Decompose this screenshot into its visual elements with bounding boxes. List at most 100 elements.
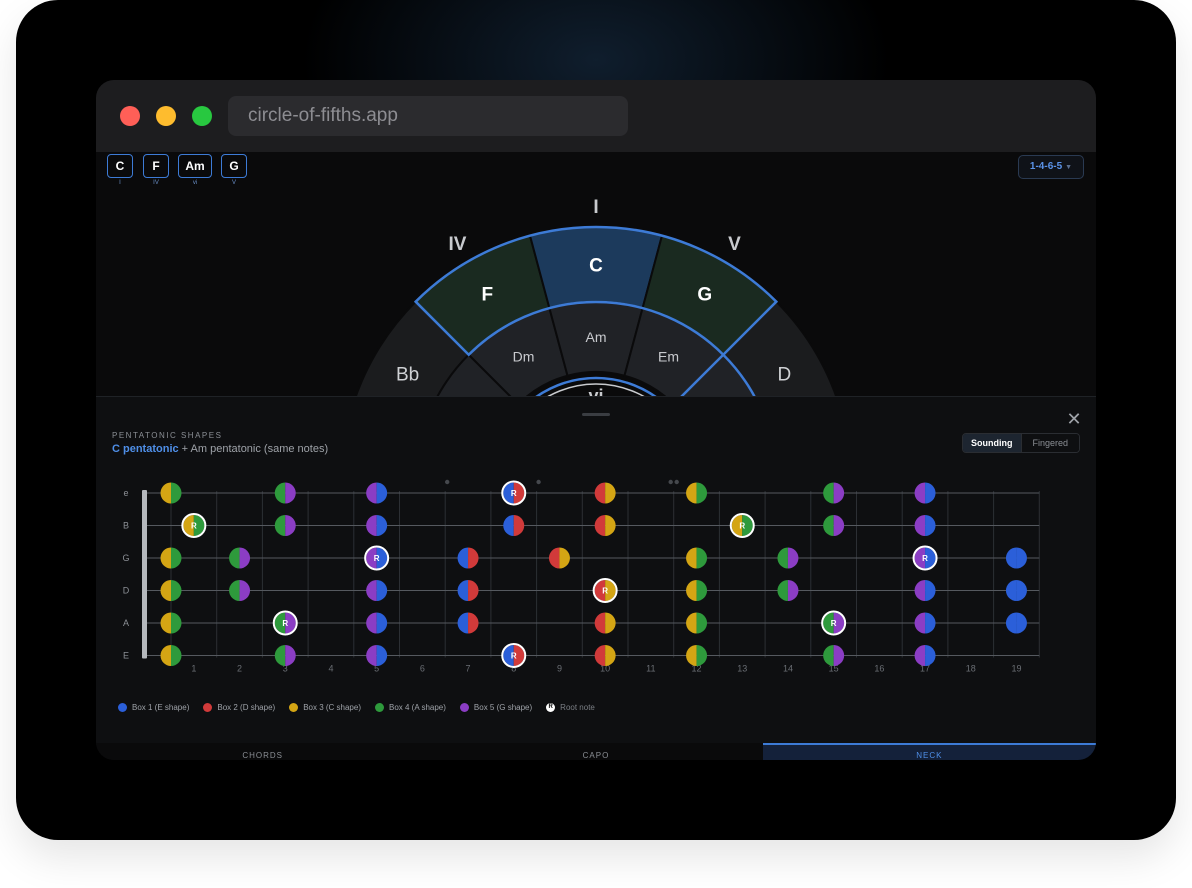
- minimize-window-button[interactable]: [156, 106, 176, 126]
- note-half: [925, 482, 936, 504]
- scale-note[interactable]: [457, 580, 479, 601]
- tab-chords[interactable]: CHORDS: [96, 743, 429, 760]
- scale-note[interactable]: [914, 482, 936, 504]
- scale-note[interactable]: [366, 612, 388, 634]
- chord-chip-numeral: IV: [153, 180, 159, 186]
- note-half: [239, 547, 251, 569]
- scale-note[interactable]: [503, 515, 525, 536]
- note-half: [160, 547, 171, 569]
- url-bar[interactable]: circle-of-fifths.app: [228, 96, 628, 136]
- scale-note[interactable]: R: [181, 513, 207, 538]
- scale-note[interactable]: [686, 482, 708, 504]
- chevron-down-icon: ▼: [1065, 164, 1073, 171]
- scale-note[interactable]: [594, 612, 616, 634]
- scale-note[interactable]: [274, 482, 296, 504]
- fret-number: 18: [966, 664, 976, 674]
- scale-note[interactable]: [160, 612, 182, 634]
- chord-chip[interactable]: G: [221, 154, 247, 178]
- scale-note[interactable]: [914, 612, 936, 634]
- wheel-minor-label: Dm: [513, 348, 535, 364]
- scale-note[interactable]: [594, 645, 616, 666]
- fret-number: 2: [237, 664, 242, 674]
- root-marker: R: [602, 587, 608, 596]
- scale-note[interactable]: [777, 580, 799, 601]
- scale-note[interactable]: R: [364, 545, 390, 571]
- scale-note[interactable]: [594, 482, 616, 504]
- scale-note[interactable]: [914, 515, 936, 536]
- note-half: [594, 645, 606, 666]
- note-half: [503, 515, 514, 536]
- scale-note[interactable]: R: [821, 610, 847, 636]
- drag-handle[interactable]: [582, 413, 610, 416]
- note-half: [696, 645, 708, 666]
- scale-note[interactable]: [274, 515, 296, 536]
- title-bar: circle-of-fifths.app: [96, 80, 1096, 152]
- note-half: [833, 645, 845, 666]
- scale-note[interactable]: [594, 515, 616, 536]
- scale-note[interactable]: [229, 547, 251, 569]
- tab-capo[interactable]: CAPO: [429, 743, 762, 760]
- note-half: [513, 515, 525, 536]
- maximize-window-button[interactable]: [192, 106, 212, 126]
- toggle-sounding[interactable]: Sounding: [963, 434, 1021, 452]
- note-half: [914, 515, 926, 536]
- scale-note[interactable]: [457, 547, 479, 569]
- legend-label: Box 1 (E shape): [132, 703, 190, 712]
- string-label: E: [123, 651, 129, 661]
- scale-note[interactable]: [160, 547, 182, 569]
- note-half: [548, 547, 560, 569]
- note-half: [833, 482, 845, 504]
- scale-note[interactable]: [914, 580, 936, 601]
- scale-note[interactable]: [777, 547, 799, 569]
- chord-chip[interactable]: F: [143, 154, 169, 178]
- note-half: [1016, 612, 1027, 634]
- scale-note[interactable]: [366, 482, 388, 504]
- scale-note[interactable]: R: [501, 480, 527, 506]
- note-half: [696, 580, 708, 601]
- scale-note[interactable]: R: [729, 513, 755, 538]
- note-half: [686, 547, 697, 569]
- scale-note[interactable]: [914, 645, 936, 666]
- scale-note[interactable]: [160, 580, 182, 601]
- scale-note[interactable]: R: [592, 578, 618, 603]
- close-window-button[interactable]: [120, 106, 140, 126]
- scale-note[interactable]: [823, 482, 845, 504]
- scale-note[interactable]: [160, 645, 182, 666]
- scale-note[interactable]: [686, 580, 708, 601]
- scale-note[interactable]: [686, 645, 708, 666]
- note-half: [594, 482, 606, 504]
- scale-note[interactable]: [274, 645, 296, 666]
- chord-chip[interactable]: C: [107, 154, 133, 178]
- scale-note[interactable]: R: [501, 643, 527, 668]
- scale-note[interactable]: [229, 580, 251, 601]
- scale-note[interactable]: [1005, 547, 1027, 569]
- scale-note[interactable]: [686, 612, 708, 634]
- scale-note[interactable]: [457, 612, 479, 634]
- tab-neck[interactable]: NECK: [762, 743, 1096, 760]
- scale-note[interactable]: [548, 547, 570, 569]
- note-half: [1016, 580, 1027, 601]
- device-frame: circle-of-fifths.app BbFCGDGmDmAmEmBmIVI…: [16, 0, 1176, 840]
- close-icon[interactable]: ✕: [1064, 409, 1084, 429]
- note-half: [686, 580, 697, 601]
- chord-chip[interactable]: Am: [178, 154, 212, 178]
- scale-note[interactable]: R: [272, 610, 298, 636]
- scale-note[interactable]: [686, 547, 708, 569]
- scale-note[interactable]: [823, 515, 845, 536]
- scale-note[interactable]: [366, 580, 388, 601]
- note-half: [1005, 580, 1017, 601]
- scale-note[interactable]: [823, 645, 845, 666]
- scale-note[interactable]: [366, 645, 388, 666]
- scale-note[interactable]: [160, 482, 182, 504]
- note-half: [160, 580, 171, 601]
- note-half: [274, 482, 286, 504]
- progression-select[interactable]: 1-4-6-5 ▼: [1018, 155, 1084, 179]
- fret-number: 16: [874, 664, 884, 674]
- scale-note[interactable]: [1005, 580, 1027, 601]
- scale-note[interactable]: [366, 515, 388, 536]
- toggle-fingered[interactable]: Fingered: [1020, 434, 1079, 452]
- note-half: [605, 515, 616, 536]
- note-half: [468, 547, 479, 569]
- scale-note[interactable]: [1005, 612, 1027, 634]
- scale-note[interactable]: R: [912, 545, 938, 571]
